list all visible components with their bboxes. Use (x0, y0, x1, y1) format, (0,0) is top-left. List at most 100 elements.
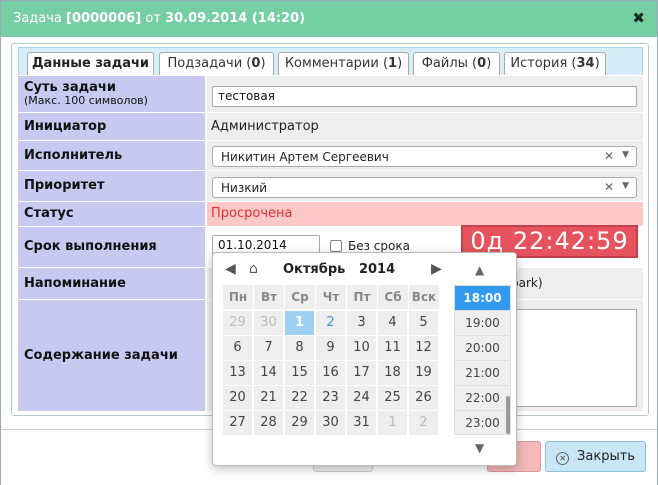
calendar-day[interactable]: 2 (316, 311, 346, 335)
home-icon[interactable]: ⌂ (249, 261, 258, 277)
weekday-header: Пн (223, 285, 253, 309)
calendar-day[interactable]: 25 (378, 386, 408, 410)
tab-history[interactable]: История (34) (504, 52, 606, 76)
calendar-day[interactable]: 16 (316, 361, 346, 385)
tab-count: 1 (388, 56, 398, 71)
summary-hint: (Макс. 100 символов) (24, 94, 148, 107)
chevron-down-icon[interactable]: ▼ (622, 181, 629, 191)
calendar-day[interactable]: 24 (347, 386, 377, 410)
calendar-day[interactable]: 29 (223, 311, 253, 335)
calendar-day[interactable]: 15 (285, 361, 315, 385)
time-down-icon[interactable]: ▼ (475, 441, 484, 455)
weekday-header: Чт (316, 285, 346, 309)
calendar-day[interactable]: 5 (409, 311, 439, 335)
calendar-day[interactable]: 11 (378, 336, 408, 360)
summary-label-text: Суть задачи (24, 80, 116, 95)
calendar-day[interactable]: 12 (409, 336, 439, 360)
executor-cell: Никитин Артем Сергеевич ✕ ▼ (207, 141, 643, 170)
calendar-day[interactable]: 17 (347, 361, 377, 385)
calendar-day[interactable]: 29 (285, 411, 315, 435)
clear-icon[interactable]: ✕ (604, 149, 614, 163)
priority-value: Низкий (221, 181, 268, 195)
tab-count: 34 (576, 56, 595, 71)
calendar-day[interactable]: 2 (409, 411, 439, 435)
calendar-day[interactable]: 27 (223, 411, 253, 435)
weekday-header: Вск (409, 285, 439, 309)
calendar-day[interactable]: 9 (316, 336, 346, 360)
priority-select[interactable]: Низкий ✕ ▼ (212, 177, 637, 198)
title-date: 30.09.2014 (14:20) (165, 11, 306, 26)
next-month-icon[interactable]: ▶ (431, 261, 442, 277)
tab-label: Комментарии (284, 56, 379, 71)
calendar-day[interactable]: 28 (254, 411, 284, 435)
weekday-header: Пт (347, 285, 377, 309)
executor-select[interactable]: Никитин Артем Сергеевич ✕ ▼ (212, 146, 637, 167)
time-option[interactable]: 19:00 (455, 311, 510, 336)
clear-icon[interactable]: ✕ (604, 180, 614, 194)
calendar-day[interactable]: 21 (254, 386, 284, 410)
time-option[interactable]: 18:00 (455, 286, 510, 311)
close-button-label: Закрыть (577, 449, 635, 464)
close-button[interactable]: ✕ Закрыть (545, 441, 646, 472)
calendar-day[interactable]: 7 (254, 336, 284, 360)
calendar-day[interactable]: 8 (285, 336, 315, 360)
dialog-titlebar: Задача [0000006] от 30.09.2014 (14:20) ✖ (1, 1, 657, 37)
row-summary: Суть задачи (Макс. 100 символов) тестова… (18, 75, 643, 112)
calendar-day[interactable]: 22 (285, 386, 315, 410)
prev-month-icon[interactable]: ◀ (225, 261, 236, 277)
calendar-day[interactable]: 30 (316, 411, 346, 435)
calendar-day[interactable]: 1 (285, 311, 315, 335)
summary-cell: тестовая (207, 76, 643, 112)
calendar-year: 2014 (358, 262, 396, 277)
tab-label: История (510, 56, 568, 71)
tab-label: Подзадачи (167, 56, 243, 71)
chevron-down-icon[interactable]: ▼ (622, 150, 629, 160)
initiator-value: Администратор (207, 113, 643, 140)
calendar-day[interactable]: 10 (347, 336, 377, 360)
deadline-label: Срок выполнения (18, 227, 206, 267)
close-circle-icon: ✕ (556, 452, 570, 465)
no-deadline-checkbox[interactable] (330, 240, 342, 252)
time-option[interactable]: 21:00 (455, 361, 510, 386)
calendar-day[interactable]: 30 (254, 311, 284, 335)
tab-comments[interactable]: Комментарии (1) (278, 52, 409, 76)
calendar-day[interactable]: 1 (378, 411, 408, 435)
time-list: 18:00 19:00 20:00 21:00 22:00 23:00 (454, 285, 511, 435)
calendar-day[interactable]: 23 (316, 386, 346, 410)
calendar-day[interactable]: 3 (347, 311, 377, 335)
calendar-day[interactable]: 26 (409, 386, 439, 410)
task-id: [0000006] (66, 11, 142, 26)
calendar-day[interactable]: 31 (347, 411, 377, 435)
row-priority: Приоритет Низкий ✕ ▼ (18, 170, 643, 201)
calendar-day[interactable]: 4 (378, 311, 408, 335)
tab-label: Данные задачи (31, 56, 150, 71)
priority-label: Приоритет (18, 171, 206, 201)
summary-label: Суть задачи (Макс. 100 символов) (18, 76, 206, 112)
row-executor: Исполнитель Никитин Артем Сергеевич ✕ ▼ (18, 140, 643, 170)
calendar-month: Октябрь (283, 262, 346, 277)
calendar-day[interactable]: 19 (409, 361, 439, 385)
time-scrollbar[interactable] (506, 396, 510, 434)
calendar-day[interactable]: 14 (254, 361, 284, 385)
close-icon[interactable]: ✖ (632, 9, 645, 27)
initiator-label: Инициатор (18, 113, 206, 140)
priority-cell: Низкий ✕ ▼ (207, 171, 643, 201)
weekday-header: Сб (378, 285, 408, 309)
tab-files[interactable]: Файлы (0) (413, 52, 500, 76)
time-option[interactable]: 20:00 (455, 336, 510, 361)
calendar-day[interactable]: 13 (223, 361, 253, 385)
calendar-day[interactable]: 20 (223, 386, 253, 410)
summary-input[interactable]: тестовая (212, 86, 637, 107)
calendar-day[interactable]: 18 (378, 361, 408, 385)
status-label: Статус (18, 202, 206, 226)
time-option[interactable]: 23:00 (455, 411, 510, 434)
time-option[interactable]: 22:00 (455, 386, 510, 411)
calendar-title: Октябрь 2014 (283, 262, 395, 277)
content-label: Содержание задачи (18, 300, 206, 411)
tab-subtasks[interactable]: Подзадачи (0) (159, 52, 274, 76)
task-dialog: Задача [0000006] от 30.09.2014 (14:20) ✖… (0, 0, 658, 485)
calendar-day[interactable]: 6 (223, 336, 253, 360)
tab-task-data[interactable]: Данные задачи (27, 52, 154, 77)
calendar-header: ◀ ⌂ Октябрь 2014 ▶ (213, 261, 447, 281)
time-up-icon[interactable]: ▲ (475, 263, 484, 277)
